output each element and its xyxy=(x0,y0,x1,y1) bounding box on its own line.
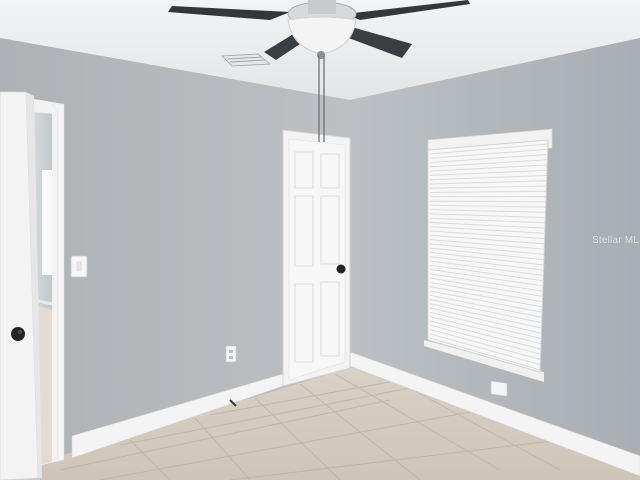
closed-door xyxy=(282,129,351,387)
light-switch-icon xyxy=(70,255,88,278)
watermark-text: Stellar MLS xyxy=(592,235,640,246)
outlet-icon xyxy=(490,380,508,397)
window-blinds xyxy=(424,128,553,382)
bedroom-photo: Stellar MLS xyxy=(0,0,640,480)
door-knob-icon xyxy=(11,327,25,341)
blind-slat xyxy=(429,200,547,203)
door-knob-icon xyxy=(336,264,346,274)
outlet-icon xyxy=(225,345,237,363)
